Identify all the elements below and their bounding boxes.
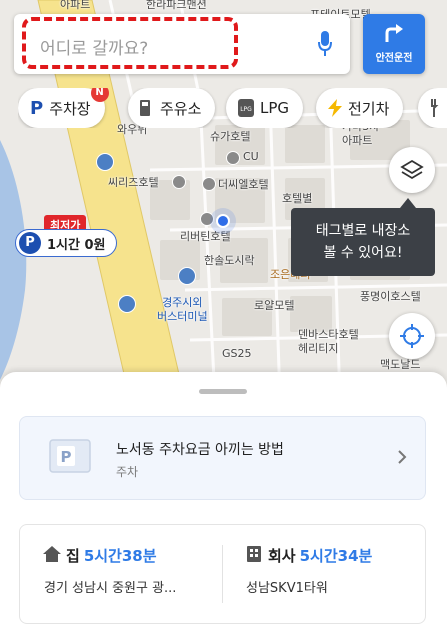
map-label: 아파트 [60,0,91,11]
parking-ticket-icon: P [49,439,91,473]
chip-label: 주유소 [160,99,202,118]
parking-tip-card[interactable]: P 노서동 주차요금 아끼는 방법 주차 [19,416,426,500]
chip-lpg[interactable]: LPG LPG [226,88,304,128]
map-label: 한라파크맨션 [146,0,207,11]
travel-time: 5시간38분 [83,547,157,565]
parking-icon: P [19,232,41,254]
chip-label: 전기차 [348,99,390,118]
safe-drive-button[interactable]: 안전운전 [363,14,425,74]
parking-price-marker[interactable]: P 1시간 0원 [15,229,117,257]
favorite-label: 회사 [268,547,296,565]
map-label: 경주시외 버스터미널 [157,296,208,323]
favorite-home[interactable]: 집 5시간38분 경기 성남시 중원구 광... [40,545,220,605]
map-label: 슈가호텔 [210,130,251,143]
map-label: 한솔도시락 [204,254,255,267]
favorite-work[interactable]: 회사 5시간34분 성남SKV1타워 [242,545,422,605]
new-badge: N [90,88,109,102]
chevron-right-icon [398,450,407,464]
chip-label: LPG [260,99,290,117]
chip-ev-charging[interactable]: 전기차 [316,88,404,128]
favorite-name: 회사 5시간34분 [268,545,372,566]
map-label: 로얄모텔 [254,299,295,312]
favorite-label: 집 [66,547,80,565]
travel-time: 5시간34분 [299,547,373,565]
category-chips: P 주차장 N 주유소 LPG LPG 전기차 [18,88,447,128]
hotel-icon [200,212,214,226]
svg-text:P: P [61,448,72,466]
favorite-address: 성남SKV1타워 [246,581,328,596]
turn-right-icon [385,24,403,42]
svg-text:LPG: LPG [240,106,252,113]
chip-gas-station[interactable]: 주유소 [128,88,216,128]
chip-restaurant[interactable] [418,88,447,128]
map-label: 씨리즈호텔 [108,176,159,189]
chip-parking[interactable]: P 주차장 N [18,88,109,128]
hotel-icon [172,175,186,189]
home-icon [43,546,61,562]
hotel-icon [202,177,216,191]
map-label: 호텔별 [282,192,313,205]
layers-tooltip: 태그별로 내장소 볼 수 있어요! [291,208,435,276]
bus-terminal-icon [178,267,196,285]
crosshair-icon [400,324,424,348]
building-icon [247,546,261,562]
parking-icon: P [30,97,44,119]
favorites-card: 집 5시간38분 경기 성남시 중원구 광... 회사 5시간34분 성남SKV1타… [19,524,426,624]
bus-stop-icon [96,153,114,171]
tip-subtitle: 주차 [116,465,139,479]
ev-charging-icon [328,99,342,117]
safe-drive-label: 안전운전 [375,53,413,64]
map-label: CU [243,150,259,163]
map-label: 덴바스타호텔 헤리티지 [298,328,359,355]
sheet-drag-handle[interactable] [199,389,247,394]
bottom-sheet[interactable]: P 노서동 주차요금 아끼는 방법 주차 집 5시간38분 경기 성남시 중원구 … [0,372,447,629]
current-location-dot [216,214,230,228]
convenience-store-icon [226,151,240,165]
chip-label: 주차장 [49,99,91,118]
map-label: 더씨엘호텔 [218,178,269,191]
lpg-icon: LPG [238,99,254,117]
gas-station-icon [140,100,154,116]
tooltip-line: 볼 수 있어요! [323,245,403,261]
bus-stop-icon [118,295,136,313]
tip-title: 노서동 주차요금 아끼는 방법 [116,442,284,458]
divider [222,545,223,603]
map-label: GS25 [222,347,252,360]
map-label: 풍명이호스텔 [360,290,421,303]
app-root: 아파트 한라파크맨션 포테이토모텔 와우뷔 슈가호텔 CU 씨리즈호텔 더씨엘호… [0,0,447,629]
search-highlight [22,17,238,69]
favorite-address: 경기 성남시 중원구 광... [44,581,177,596]
tooltip-line: 태그별로 내장소 [315,223,411,239]
my-location-button[interactable] [389,313,435,359]
layers-button[interactable] [389,147,435,193]
tooltip-arrow [400,198,416,208]
parking-price: 1시간 0원 [47,237,106,253]
microphone-icon[interactable] [318,31,332,57]
restaurant-icon [430,99,442,117]
map-label: 리버틴호텔 [180,230,231,243]
layers-icon [400,159,424,180]
favorite-name: 집 5시간38분 [66,545,157,566]
